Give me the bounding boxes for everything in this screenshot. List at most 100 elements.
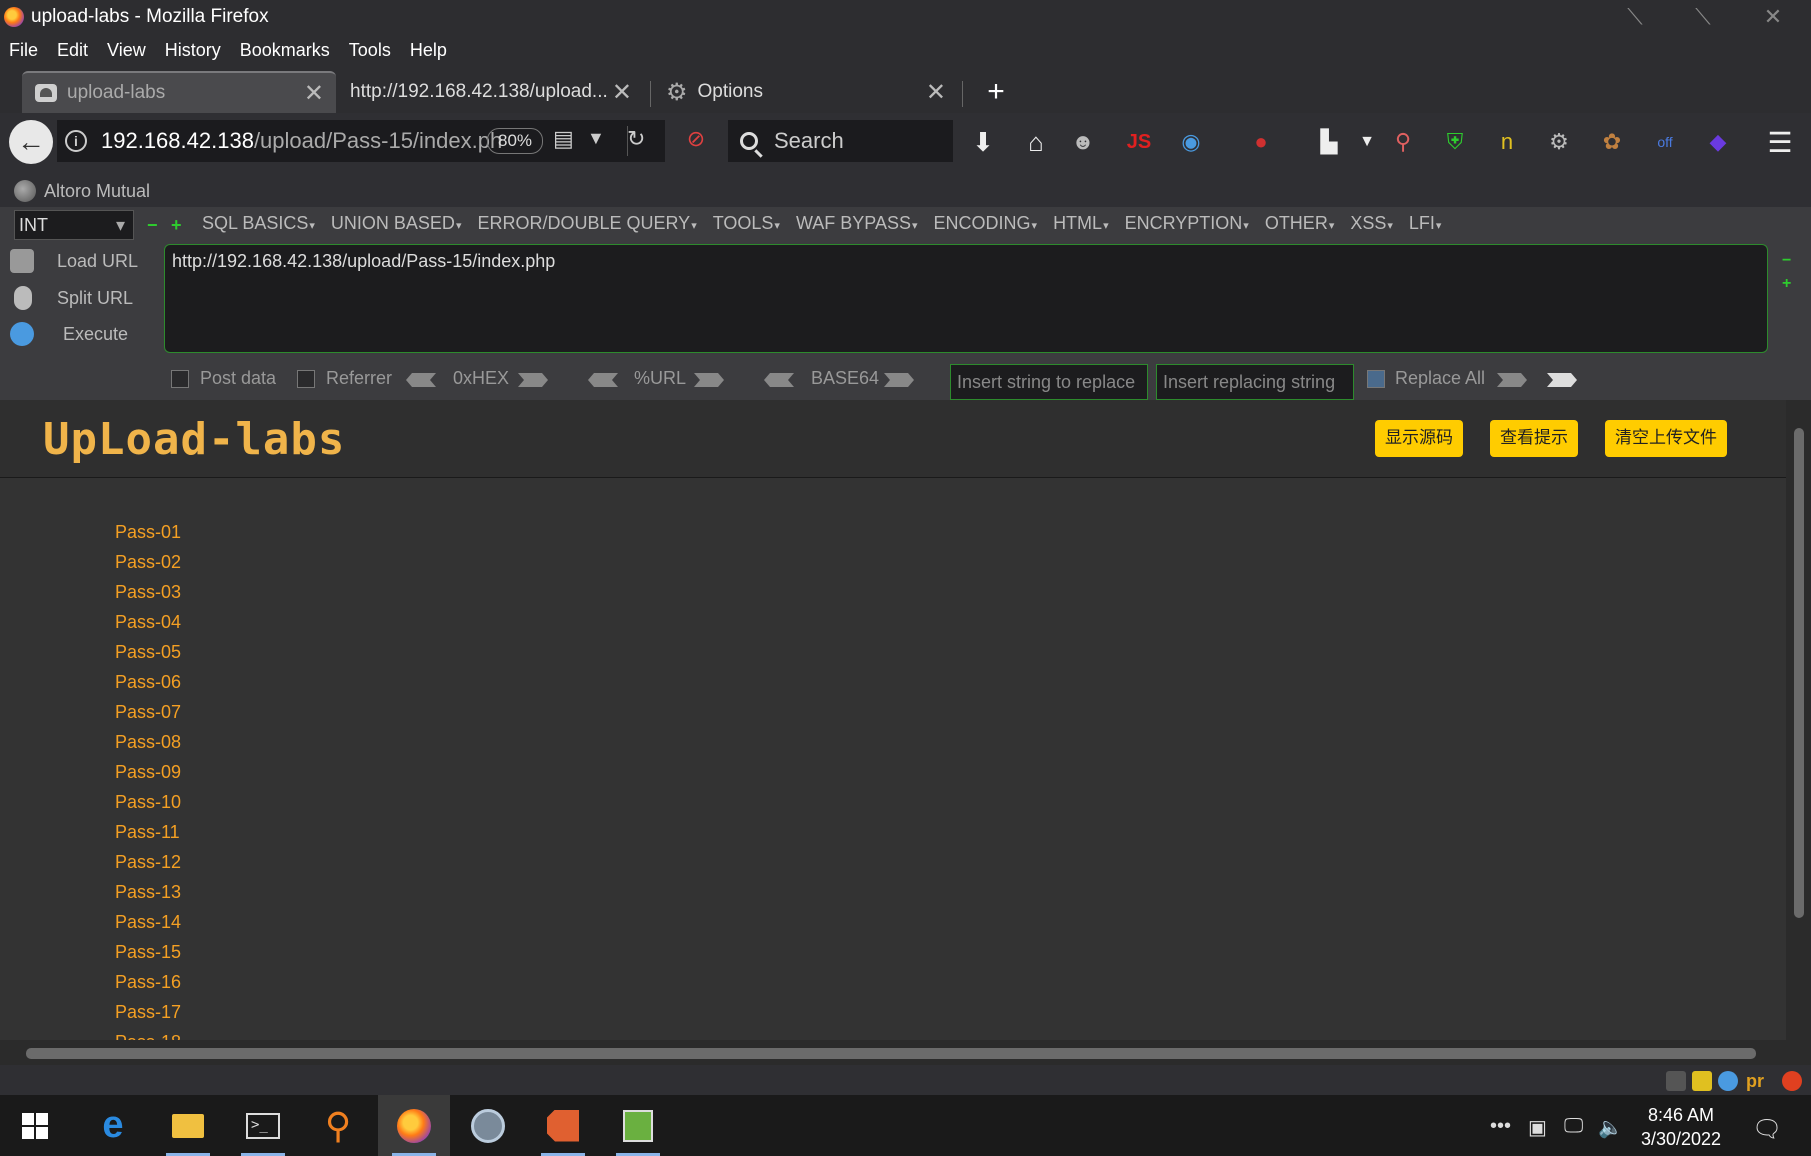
tab-url[interactable]: http://192.168.42.138/upload... ✕ xyxy=(338,71,644,113)
block-icon[interactable]: ⊘ xyxy=(681,124,711,154)
minus-icon[interactable]: − xyxy=(147,215,158,236)
status-pr-icon[interactable]: pr xyxy=(1746,1071,1766,1091)
plus-icon[interactable]: + xyxy=(1782,275,1791,293)
upload-labs-logo[interactable]: UpLoad-labs xyxy=(43,414,345,465)
int-select[interactable]: INT xyxy=(14,210,134,240)
menu-history[interactable]: History xyxy=(165,40,221,61)
pass-link-06[interactable]: Pass-06 xyxy=(115,667,181,697)
pass-link-13[interactable]: Pass-13 xyxy=(115,877,181,907)
hb-menu-waf-bypass[interactable]: WAF BYPASS xyxy=(796,213,918,234)
status-download-icon[interactable] xyxy=(1666,1071,1686,1091)
pass-link-18[interactable]: Pass-18 xyxy=(115,1027,181,1040)
back-button[interactable]: ← xyxy=(9,120,53,164)
pass-link-09[interactable]: Pass-09 xyxy=(115,757,181,787)
pass-link-07[interactable]: Pass-07 xyxy=(115,697,181,727)
search-box[interactable] xyxy=(728,120,953,162)
url-decode-arrow-icon[interactable] xyxy=(588,373,618,387)
search-input[interactable] xyxy=(774,128,934,154)
taskbar-editor[interactable] xyxy=(608,1095,668,1156)
pass-link-02[interactable]: Pass-02 xyxy=(115,547,181,577)
taskbar-terminal[interactable]: >_ xyxy=(233,1095,293,1156)
hb-menu-xss[interactable]: XSS xyxy=(1350,213,1393,234)
show-source-button[interactable]: 显示源码 xyxy=(1375,420,1463,457)
taskbar-sync-app[interactable] xyxy=(458,1095,518,1156)
tray-overflow-icon[interactable]: ••• xyxy=(1490,1115,1511,1138)
status-swirl-icon[interactable] xyxy=(1718,1071,1738,1091)
cookie-icon[interactable]: ✿ xyxy=(1597,127,1627,157)
menu-file[interactable]: File xyxy=(9,40,38,61)
pass-link-04[interactable]: Pass-04 xyxy=(115,607,181,637)
hb-menu-lfi[interactable]: LFI xyxy=(1409,213,1442,234)
notification-icon[interactable]: 🗨 xyxy=(1752,1115,1782,1144)
pass-link-16[interactable]: Pass-16 xyxy=(115,967,181,997)
bookmark-altoro-mutual[interactable]: Altoro Mutual xyxy=(44,181,150,202)
pass-link-11[interactable]: Pass-11 xyxy=(115,817,181,847)
tab-close-icon[interactable]: ✕ xyxy=(612,78,632,107)
pass-link-17[interactable]: Pass-17 xyxy=(115,997,181,1027)
menu-edit[interactable]: Edit xyxy=(57,40,88,61)
addon-magnifier-icon[interactable]: ⚲ xyxy=(1388,127,1418,157)
vertical-scrollbar[interactable] xyxy=(1786,400,1811,1060)
taskbar-edge[interactable]: e xyxy=(83,1095,143,1156)
chevron-down-icon[interactable]: ▼ xyxy=(1352,127,1382,157)
hb-menu-html[interactable]: HTML xyxy=(1053,213,1109,234)
pass-link-12[interactable]: Pass-12 xyxy=(115,847,181,877)
taskbar-burp[interactable] xyxy=(533,1095,593,1156)
split-url-button[interactable]: Split URL xyxy=(10,286,133,310)
close-window-icon[interactable]: ✕ xyxy=(1762,6,1784,28)
addon-layers-icon[interactable]: ◆ xyxy=(1703,127,1733,157)
hb-menu-encryption[interactable]: ENCRYPTION xyxy=(1125,213,1249,234)
addon-swirl-icon[interactable]: ◉ xyxy=(1176,127,1206,157)
addon-red-icon[interactable]: ● xyxy=(1246,127,1276,157)
addon-skull-icon[interactable]: ☻ xyxy=(1068,127,1098,157)
hackbar-url-textarea[interactable] xyxy=(164,244,1768,353)
clear-uploads-button[interactable]: 清空上传文件 xyxy=(1605,420,1727,457)
download-icon[interactable]: ⬇ xyxy=(968,127,998,157)
replace-left-arrow-icon[interactable] xyxy=(1497,373,1527,387)
hb-menu-encoding[interactable]: ENCODING xyxy=(934,213,1038,234)
url-encode-arrow-icon[interactable] xyxy=(694,373,724,387)
shield-icon[interactable]: ⛨ xyxy=(1440,127,1470,157)
network-icon[interactable]: 🖵 xyxy=(1564,1115,1583,1138)
plus-icon[interactable]: + xyxy=(171,215,182,236)
pass-link-08[interactable]: Pass-08 xyxy=(115,727,181,757)
hex-decode-arrow-icon[interactable] xyxy=(406,373,436,387)
hex-encode-arrow-icon[interactable] xyxy=(518,373,548,387)
pass-link-01[interactable]: Pass-01 xyxy=(115,517,181,547)
taskbar-search-tool[interactable]: ⚲ xyxy=(308,1095,368,1156)
status-note-icon[interactable] xyxy=(1692,1071,1712,1091)
post-data-checkbox[interactable] xyxy=(171,370,189,388)
pass-link-15[interactable]: Pass-15 xyxy=(115,937,181,967)
zoom-level[interactable]: 80% xyxy=(487,128,544,154)
reload-icon[interactable]: ↻ xyxy=(627,126,645,152)
tray-clock[interactable]: 8:46 AM 3/30/2022 xyxy=(1626,1103,1736,1151)
tab-options[interactable]: ⚙ Options ✕ xyxy=(652,71,958,113)
replace-right-arrow-icon[interactable] xyxy=(1547,373,1577,387)
pass-link-10[interactable]: Pass-10 xyxy=(115,787,181,817)
base64-decode-arrow-icon[interactable] xyxy=(764,373,794,387)
replace-string-input[interactable] xyxy=(950,364,1148,400)
addon-page-icon[interactable]: ▙ xyxy=(1314,127,1344,157)
maximize-icon[interactable]: ⟍ xyxy=(1692,6,1714,28)
hb-menu-error-double-query[interactable]: ERROR/DOUBLE QUERY xyxy=(477,213,696,234)
tray-security-icon[interactable]: ▣ xyxy=(1528,1115,1547,1140)
hb-menu-other[interactable]: OTHER xyxy=(1265,213,1335,234)
js-icon[interactable]: JS xyxy=(1124,127,1154,157)
pass-link-14[interactable]: Pass-14 xyxy=(115,907,181,937)
menu-bookmarks[interactable]: Bookmarks xyxy=(240,40,330,61)
pass-link-05[interactable]: Pass-05 xyxy=(115,637,181,667)
addon-off-icon[interactable]: off xyxy=(1650,127,1680,157)
replace-all-checkbox[interactable] xyxy=(1367,370,1385,388)
taskbar-firefox[interactable] xyxy=(378,1095,450,1156)
pass-link-03[interactable]: Pass-03 xyxy=(115,577,181,607)
execute-button[interactable]: Execute xyxy=(10,322,128,346)
view-hint-button[interactable]: 查看提示 xyxy=(1490,420,1578,457)
hb-menu-union-based[interactable]: UNION BASED xyxy=(331,213,462,234)
url-bar[interactable]: i 192.168.42.138/upload/Pass-15/index.ph… xyxy=(57,120,665,162)
start-button[interactable] xyxy=(5,1095,65,1156)
menu-view[interactable]: View xyxy=(107,40,146,61)
status-addon-icon[interactable] xyxy=(1782,1071,1802,1091)
base64-encode-arrow-icon[interactable] xyxy=(884,373,914,387)
hb-menu-tools[interactable]: TOOLS xyxy=(713,213,780,234)
menu-help[interactable]: Help xyxy=(410,40,447,61)
